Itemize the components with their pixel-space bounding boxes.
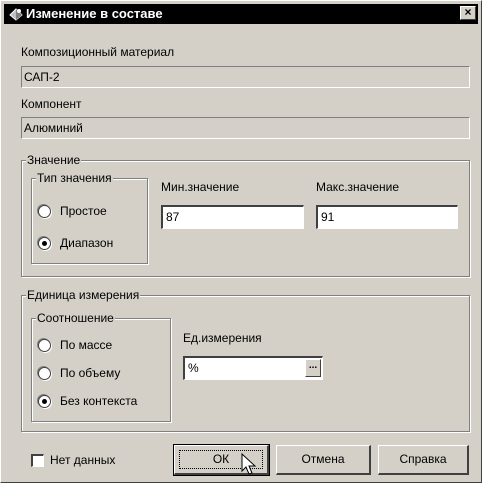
max-value-label: Макс.значение — [316, 180, 399, 194]
min-value-label: Мин.значение — [161, 180, 240, 194]
radio-range[interactable]: Диапазон — [38, 236, 143, 252]
cancel-button[interactable]: Отмена — [276, 445, 371, 475]
min-value-input[interactable]: 87 — [161, 205, 304, 229]
component-label: Компонент — [21, 97, 82, 111]
cancel-button-label: Отмена — [301, 452, 345, 466]
ratio-groupbox: Соотношение По массе По объему Без конте… — [31, 311, 171, 422]
close-button[interactable]: × — [460, 6, 476, 20]
radio-no-context[interactable]: Без контекста — [38, 394, 166, 410]
radio-range-label: Диапазон — [60, 236, 114, 250]
unit-groupbox: Единица измерения Соотношение По массе П… — [21, 288, 470, 432]
radio-by-mass[interactable]: По массе — [38, 338, 166, 354]
help-button-label: Справка — [399, 452, 447, 466]
help-button[interactable]: Справка — [378, 445, 469, 475]
no-data-label: Нет данных — [50, 453, 116, 467]
value-type-groupbox: Тип значения Простое Диапазон — [31, 171, 148, 264]
dialog-window: Изменение в составе × Композиционный мат… — [0, 0, 482, 483]
window-title: Изменение в составе — [26, 6, 163, 21]
value-legend: Значение — [26, 153, 82, 167]
radio-by-volume[interactable]: По объему — [38, 366, 166, 382]
radio-no-context-label: Без контекста — [60, 394, 138, 408]
component-field: Алюминий — [21, 117, 470, 139]
radio-by-volume-circle[interactable] — [38, 367, 51, 380]
radio-simple-circle[interactable] — [38, 205, 51, 218]
radio-by-volume-label: По объему — [60, 366, 121, 380]
radio-by-mass-label: По массе — [60, 338, 113, 352]
max-value-input[interactable]: 91 — [316, 205, 458, 229]
material-field: САП-2 — [21, 66, 470, 88]
unit-label: Ед.измерения — [183, 331, 262, 345]
ratio-legend: Соотношение — [36, 311, 115, 325]
mouse-cursor-icon — [241, 453, 257, 475]
material-label: Композиционный материал — [21, 45, 175, 59]
value-groupbox: Значение Тип значения Простое Диапазон М… — [21, 153, 470, 277]
unit-combo-value: % — [188, 361, 199, 375]
radio-simple-label: Простое — [60, 204, 107, 218]
title-bar[interactable]: Изменение в составе × — [4, 4, 478, 24]
close-icon: × — [464, 5, 472, 19]
browse-button[interactable]: ... — [305, 359, 321, 377]
radio-simple[interactable]: Простое — [38, 204, 143, 220]
unit-combo[interactable]: % ... — [183, 356, 323, 380]
value-type-legend: Тип значения — [36, 171, 113, 185]
app-icon — [8, 6, 24, 22]
ellipsis-icon: ... — [308, 360, 318, 371]
radio-no-context-circle[interactable] — [38, 395, 51, 408]
unit-legend: Единица измерения — [26, 288, 141, 302]
radio-by-mass-circle[interactable] — [38, 339, 51, 352]
no-data-checkbox[interactable]: Нет данных — [31, 453, 151, 469]
radio-range-circle[interactable] — [38, 237, 51, 250]
no-data-checkbox-box[interactable] — [31, 454, 44, 467]
